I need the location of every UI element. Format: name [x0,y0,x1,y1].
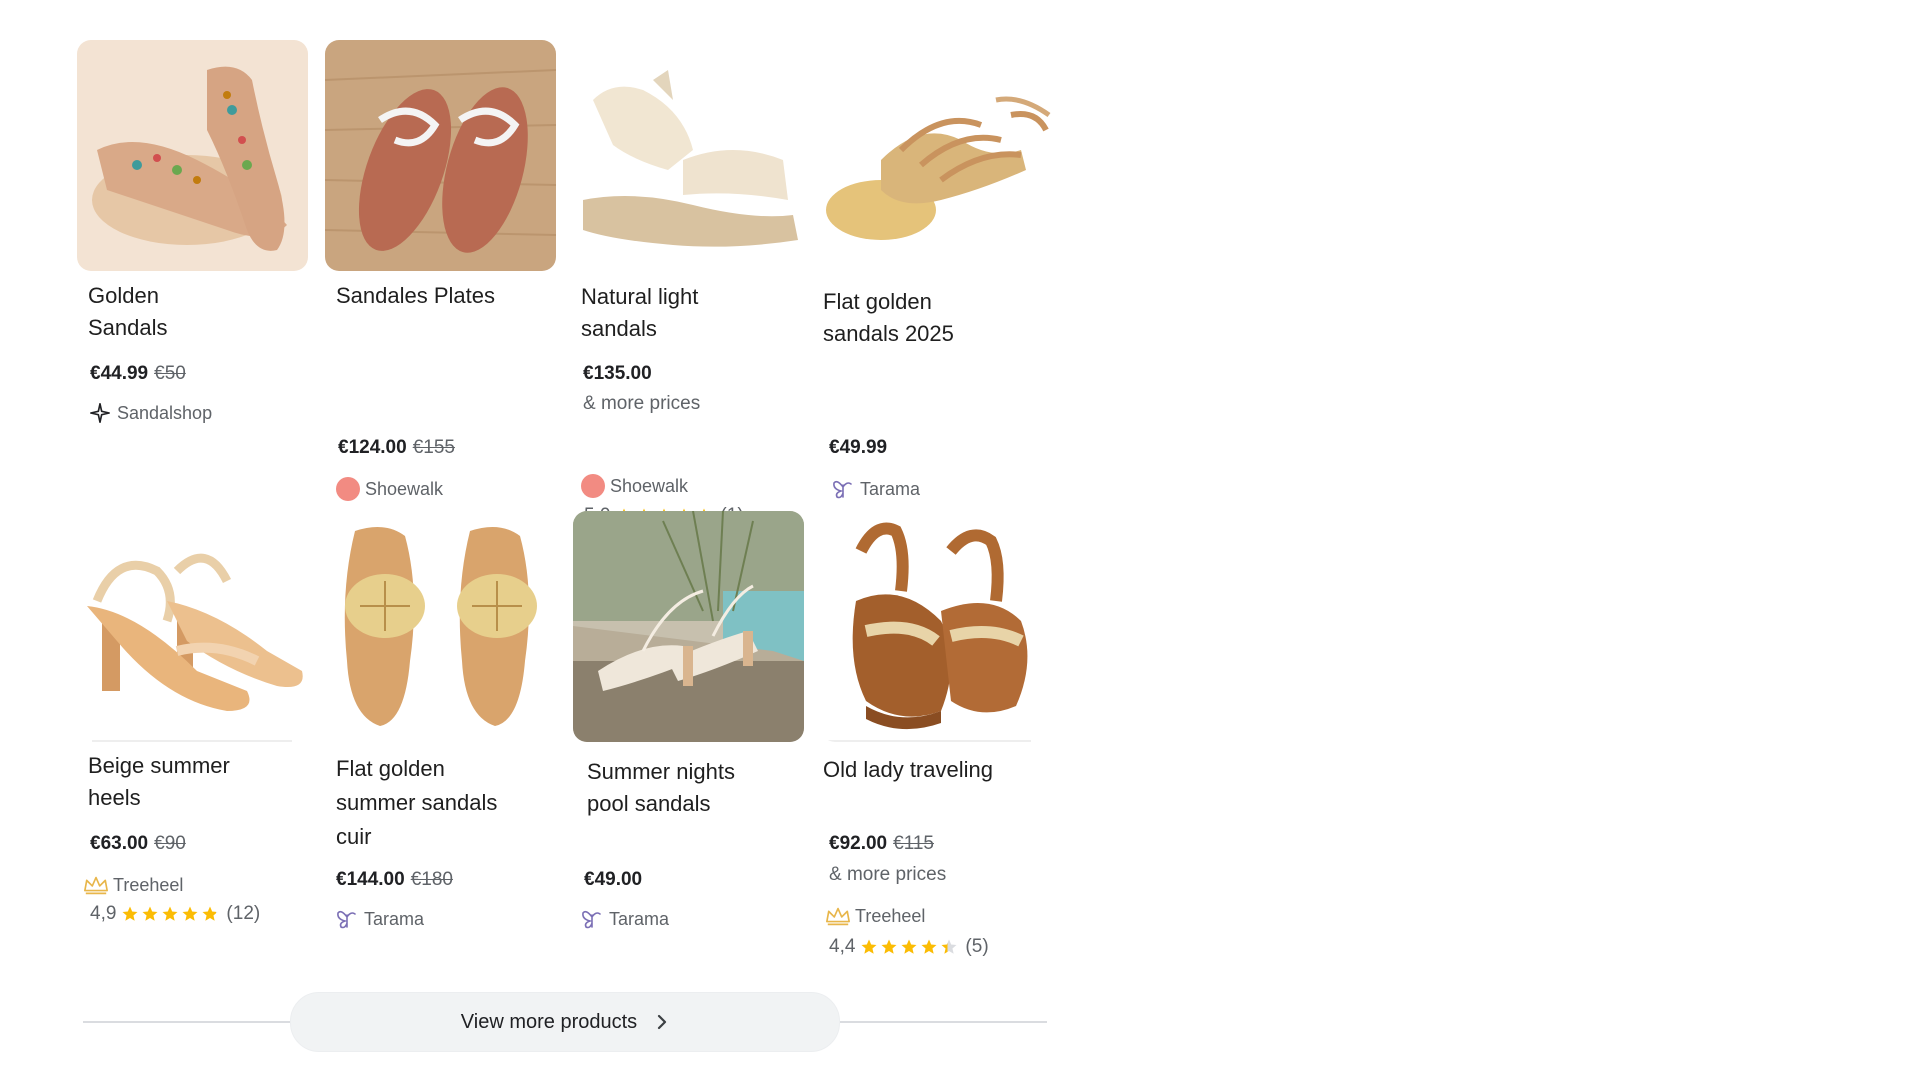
product-image-flat-golden-sandals-2025[interactable] [821,40,1052,271]
price-row: €92.00 €115 [829,832,934,856]
seller-row[interactable]: Tarama [830,476,920,502]
product-title[interactable]: Natural light sandals [581,281,698,345]
product-image-flat-golden-summer-sandals-cuir[interactable] [325,511,556,742]
product-image-sandales-plates[interactable] [325,40,556,271]
product-title[interactable]: Beige summer heels [88,750,230,814]
star-rating [860,938,960,956]
seller-name: Tarama [609,909,670,929]
star-icon [142,906,158,921]
price-row: €49.99 [829,436,887,460]
star-icon [202,906,218,921]
product-title[interactable]: Old lady traveling [823,754,993,786]
product-title[interactable]: Flat golden summer sandals cuir [336,752,497,854]
product-title[interactable]: Flat golden sandals 2025 [823,286,954,350]
price-row: €124.00 €155 [338,436,455,460]
product-card[interactable]: Summer nights pool sandals €49.00 Tarama [573,511,804,941]
crown-icon [83,872,109,898]
shopping-results-grid: Golden Sandals €44.99 €50 Sandalshop San… [0,0,1920,1080]
product-card[interactable]: Flat golden sandals 2025 €49.99 Tarama [821,40,1052,499]
price: €63.00 [90,833,149,854]
price: €49.00 [584,869,643,890]
butterfly-icon [334,906,360,932]
butterfly-icon [830,476,856,502]
price: €124.00 [338,437,407,458]
seller-row[interactable]: Sandalshop [87,400,212,426]
review-count: (5) [965,936,989,957]
price-row: €135.00 [583,362,652,386]
rating-row[interactable]: 4,9 (12) [90,902,260,926]
price-row: €44.99 €50 [90,362,186,386]
more-prices-link[interactable]: & more prices [829,863,946,887]
product-card[interactable]: Sandales Plates €124.00 €155 Shoewalk [325,40,556,501]
price: €144.00 [336,869,405,890]
price: €44.99 [90,363,149,384]
seller-name: Sandalshop [117,403,213,423]
old-price: €155 [412,437,455,458]
product-image-summer-nights-pool-sandals[interactable] [573,511,804,742]
star-icon [182,906,198,921]
seller-name: Treeheel [855,906,926,926]
seller-row[interactable]: Tarama [334,906,424,932]
seller-row[interactable]: Tarama [579,906,669,932]
seller-row[interactable]: Shoewalk [335,476,443,502]
price-row: €49.00 [584,868,642,892]
product-image-golden-sandals[interactable] [77,40,308,271]
seller-name: Shoewalk [610,476,689,496]
price: €49.99 [829,437,888,458]
view-more-label: View more products [460,1010,638,1033]
price-row: €63.00 €90 [90,832,186,856]
product-title[interactable]: Summer nights pool sandals [587,756,735,820]
product-image-old-lady-traveling[interactable] [821,511,1052,742]
product-card[interactable]: Golden Sandals €44.99 €50 Sandalshop [77,40,308,440]
star-icon [901,939,917,954]
view-more-products-button[interactable]: View more products [290,992,840,1052]
star-icon [921,939,937,954]
orange-dot-icon [335,476,361,502]
star-icon [881,939,897,954]
orange-dot-icon [580,473,606,499]
star-icon [162,906,178,921]
product-image-natural-light-sandals[interactable] [573,40,804,271]
old-price: €180 [410,869,453,890]
price-row: €144.00 €180 [336,868,453,892]
price: €135.00 [583,363,652,384]
seller-row[interactable]: Shoewalk [580,473,688,499]
seller-row[interactable]: Treeheel [83,872,183,898]
rating-value: 4,4 [829,936,856,957]
product-card[interactable]: Flat golden summer sandals cuir €144.00 €… [325,511,556,941]
chevron-right-icon [655,1013,669,1031]
star-icon [122,906,138,921]
rating-row[interactable]: 4,4 (5) [829,935,989,959]
product-title[interactable]: Golden Sandals [88,280,168,344]
star-rating [121,905,221,923]
sparkle-icon [87,400,113,426]
product-title[interactable]: Sandales Plates [336,280,495,312]
star-icon [941,939,957,954]
product-card[interactable]: Natural light sandals €135.00 & more pri… [573,40,804,526]
seller-name: Tarama [860,479,921,499]
price: €92.00 [829,833,888,854]
product-card[interactable]: Beige summer heels €63.00 €90 Treeheel 4,… [77,511,308,941]
old-price: €115 [893,833,934,854]
old-price: €50 [154,363,186,384]
more-prices-link[interactable]: & more prices [583,392,700,416]
butterfly-icon [579,906,605,932]
product-card[interactable]: Old lady traveling €92.00 €115 & more pri… [821,511,1052,971]
seller-name: Shoewalk [365,479,444,499]
old-price: €90 [154,833,186,854]
seller-name: Tarama [364,909,425,929]
rating-value: 4,9 [90,903,117,924]
product-image-beige-summer-heels[interactable] [77,511,308,742]
star-icon [861,939,877,954]
review-count: (12) [226,903,261,924]
crown-icon [825,903,851,929]
seller-row[interactable]: Treeheel [825,903,925,929]
seller-name: Treeheel [113,875,184,895]
